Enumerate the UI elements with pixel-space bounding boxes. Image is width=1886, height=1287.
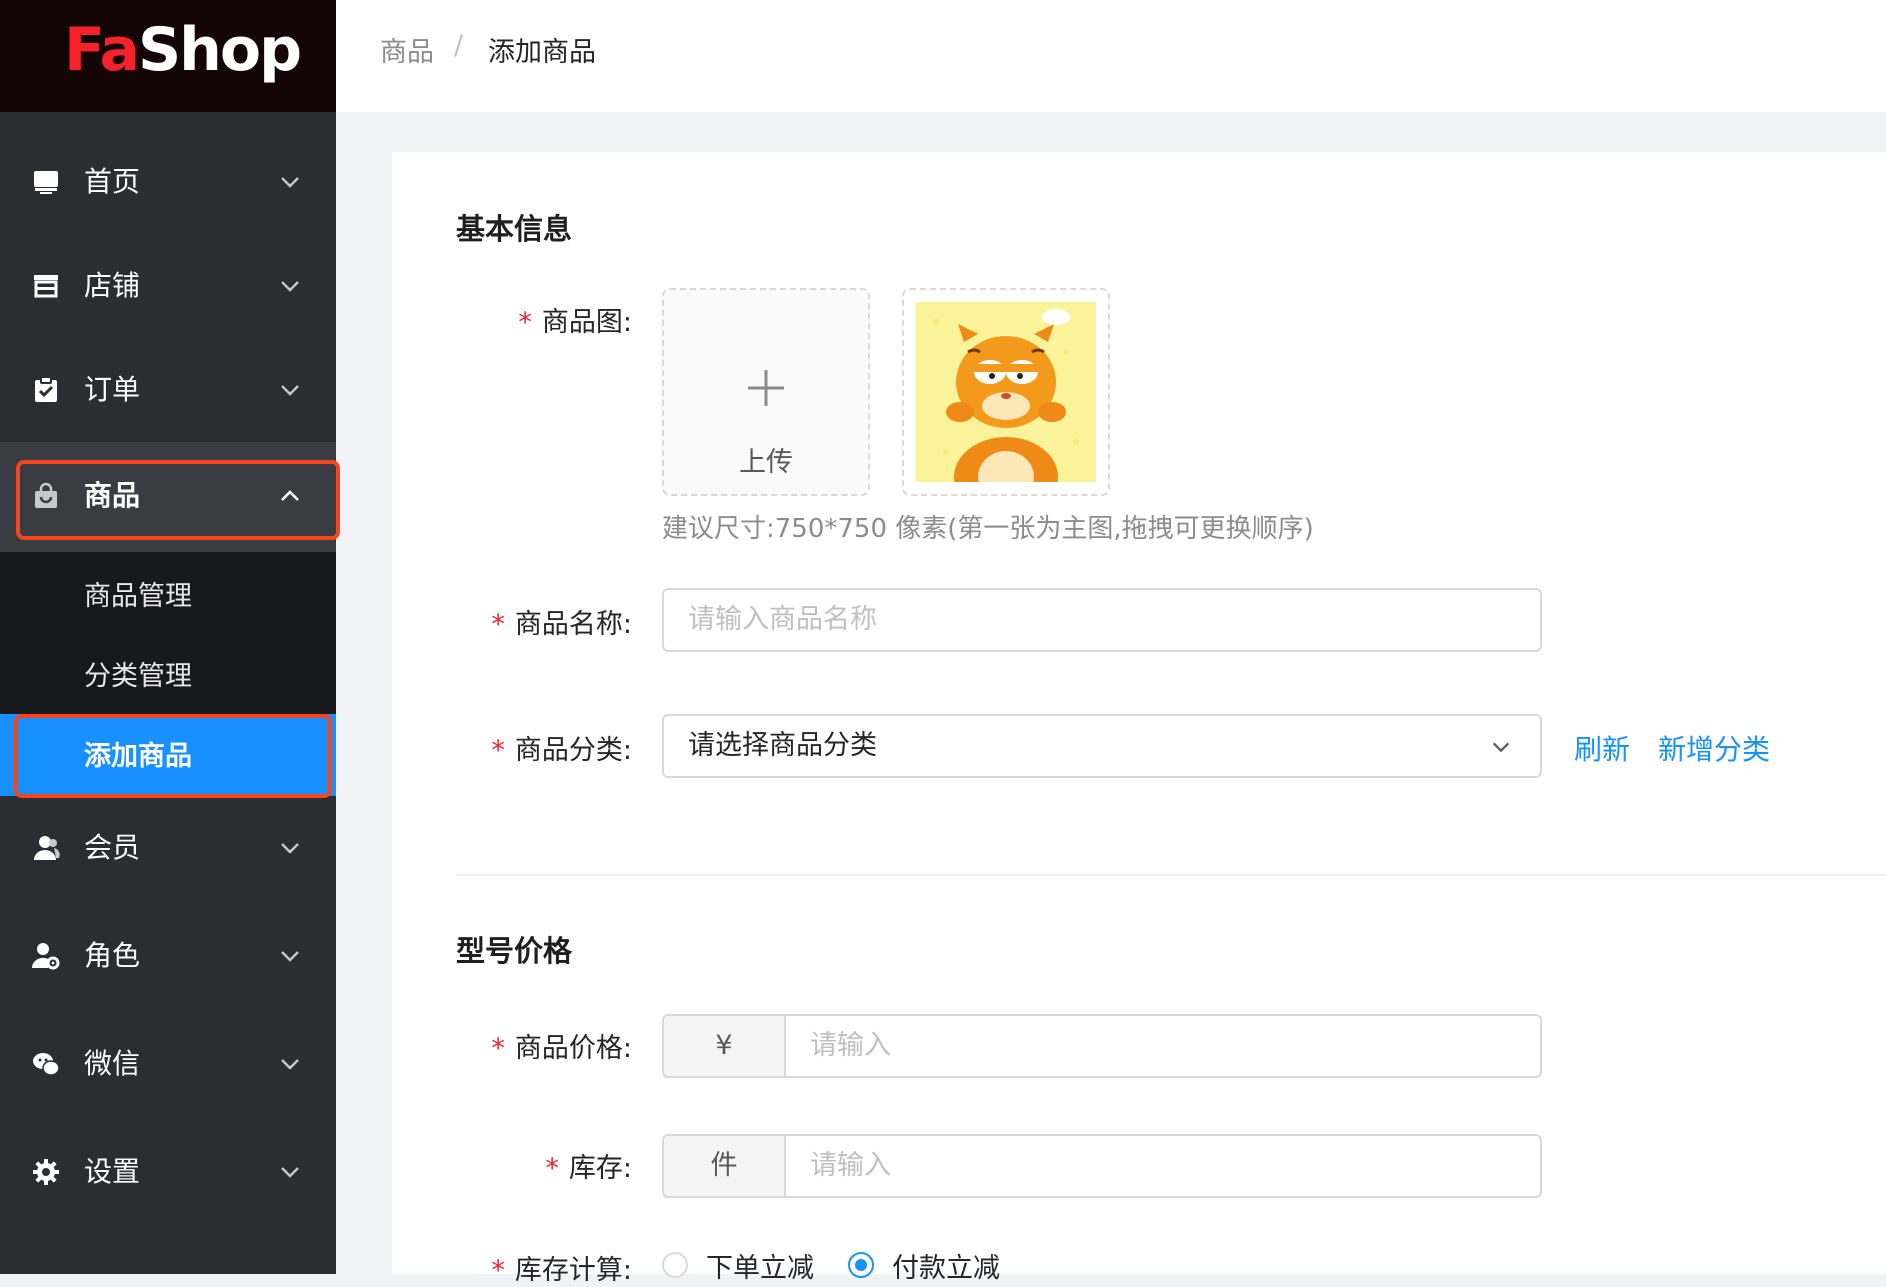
chevron-down-icon: [281, 951, 299, 962]
breadcrumb-current: 添加商品: [488, 37, 596, 68]
desktop-icon: [34, 171, 58, 194]
section-divider: [456, 874, 1886, 876]
sidebar: FaShop 首页 店铺 订单 商品 商品管理 分类管理 添加商品 会员 角色 …: [0, 0, 340, 1274]
stock-label: * 库存:: [545, 1153, 632, 1184]
shop-icon: [34, 275, 58, 298]
form-card: 基本信息 * 商品图: 上传 建议尺寸:750*750 像素(第一张为主图,拖拽可…: [392, 152, 1886, 1286]
breadcrumb-separator: /: [454, 30, 464, 61]
users-icon: [34, 836, 60, 860]
upload-label: 上传: [739, 447, 793, 478]
image-size-hint: 建议尺寸:750*750 像素(第一张为主图,拖拽可更换顺序): [662, 514, 1314, 544]
sidebar-item-home[interactable]: 首页: [0, 160, 336, 204]
chevron-down-icon: [281, 843, 299, 854]
stock-calc-label: * 库存计算:: [491, 1255, 632, 1286]
section-title-basic: 基本信息: [456, 212, 573, 246]
sidebar-item-members[interactable]: 会员: [0, 826, 336, 870]
image-label: * 商品图:: [518, 307, 632, 338]
required-mark: *: [518, 307, 532, 338]
radio-payment-deduct-label[interactable]: 付款立减: [892, 1246, 1000, 1285]
user-gear-icon: [32, 943, 60, 970]
sidebar-item-label: 微信: [84, 1047, 141, 1080]
breadcrumb-parent[interactable]: 商品: [380, 30, 434, 69]
plus-icon: [748, 370, 784, 406]
sidebar-item-roles[interactable]: 角色: [0, 934, 336, 978]
product-thumbnail-image: [916, 302, 1096, 482]
sidebar-item-label: 会员: [84, 831, 141, 864]
sidebar-item-orders[interactable]: 订单: [0, 368, 336, 412]
wechat-icon: [33, 1053, 60, 1076]
chevron-down-icon: [281, 177, 299, 188]
highlight-goods-menu: [16, 460, 340, 540]
chevron-down-icon: [281, 1167, 299, 1178]
radio-order-deduct[interactable]: [662, 1252, 688, 1278]
price-label: * 商品价格:: [491, 1033, 632, 1064]
sidebar-item-wechat[interactable]: 微信: [0, 1042, 336, 1086]
price-currency-addon: ¥: [662, 1014, 784, 1078]
category-select[interactable]: 请选择商品分类: [662, 714, 1542, 778]
price-input[interactable]: 请输入: [784, 1014, 1542, 1078]
gear-icon: [33, 1159, 59, 1185]
category-label: * 商品分类:: [491, 735, 632, 766]
highlight-add-goods: [14, 714, 332, 798]
sidebar-item-settings[interactable]: 设置: [0, 1150, 336, 1194]
sidebar-item-label: 订单: [84, 373, 141, 406]
required-mark: *: [491, 1255, 505, 1286]
refresh-link[interactable]: 刷新: [1574, 728, 1630, 768]
sidebar-item-label: 角色: [84, 939, 141, 972]
chevron-down-icon: [281, 1059, 299, 1070]
section-title-price: 型号价格: [456, 934, 573, 968]
name-label-row: * 商品名称:: [491, 609, 632, 640]
chevron-down-icon: [1492, 742, 1510, 753]
sidebar-item-shop[interactable]: 店铺: [0, 264, 336, 308]
chevron-down-icon: [281, 281, 299, 292]
radio-order-deduct-label[interactable]: 下单立减: [706, 1246, 814, 1285]
stock-input[interactable]: 请输入: [784, 1134, 1542, 1198]
clipboard-check-icon: [35, 376, 57, 402]
sidebar-item-label: 设置: [84, 1155, 141, 1188]
logo-area: FaShop: [0, 0, 336, 112]
required-mark: *: [491, 1033, 505, 1064]
upload-button[interactable]: 上传: [662, 288, 870, 496]
add-category-link[interactable]: 新增分类: [1658, 728, 1770, 768]
submenu-item-goods-manage[interactable]: 商品管理: [84, 574, 192, 613]
radio-payment-deduct[interactable]: [848, 1252, 874, 1278]
chevron-down-icon: [281, 385, 299, 396]
required-mark: *: [545, 1153, 559, 1184]
sidebar-item-label: 首页: [84, 165, 141, 198]
submenu-item-category-manage[interactable]: 分类管理: [84, 654, 192, 693]
product-name-input[interactable]: 请输入商品名称: [662, 588, 1542, 652]
top-header: 商品 / 添加商品: [336, 0, 1886, 112]
required-mark: *: [491, 735, 505, 766]
uploaded-image-card[interactable]: [902, 288, 1110, 496]
logo[interactable]: FaShop: [64, 10, 302, 90]
stock-unit-addon: 件: [662, 1134, 784, 1198]
sidebar-item-label: 店铺: [84, 269, 141, 302]
required-mark: *: [491, 609, 505, 640]
